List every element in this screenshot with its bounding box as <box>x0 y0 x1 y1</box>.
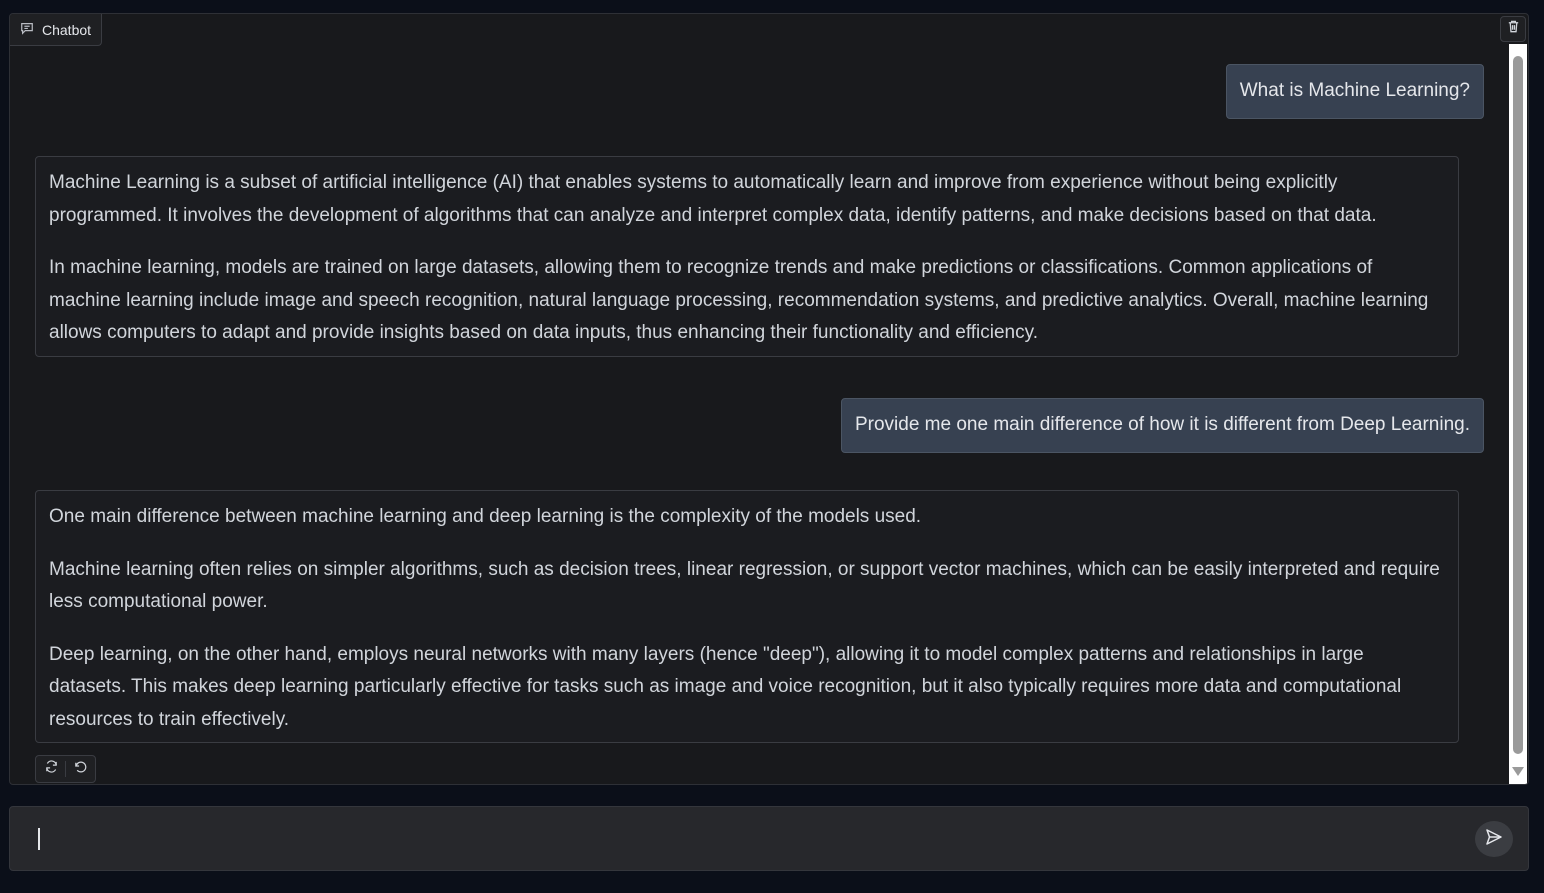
bot-message-paragraph: In machine learning, models are trained … <box>49 257 1429 343</box>
chatbot-label: Chatbot <box>10 14 103 46</box>
user-message: What is Machine Learning? <box>1225 64 1484 119</box>
undo-button[interactable] <box>69 758 91 780</box>
user-message-text: What is Machine Learning? <box>1239 80 1470 101</box>
bot-message: One main difference between machine lear… <box>35 490 1459 743</box>
bot-message-paragraph: Deep learning, on the other hand, employ… <box>49 643 1402 730</box>
chat-scrollbar[interactable] <box>1509 44 1527 784</box>
scrollbar-thumb[interactable] <box>1513 56 1523 754</box>
chat-icon <box>20 21 34 38</box>
user-message: Provide me one main difference of how it… <box>840 398 1484 453</box>
action-divider <box>65 761 66 777</box>
bot-message-paragraph: Machine learning often relies on simpler… <box>49 558 1440 613</box>
retry-button[interactable] <box>40 758 62 780</box>
bot-message-paragraph: One main difference between machine lear… <box>49 506 922 527</box>
message-input[interactable] <box>30 819 1450 857</box>
trash-icon <box>1506 19 1521 39</box>
message-actions <box>35 755 96 783</box>
scroll-down-arrow-icon[interactable] <box>1512 767 1524 776</box>
send-icon <box>1484 827 1504 852</box>
chatbot-panel: Chatbot What is Machine Learning? Machin… <box>9 13 1529 785</box>
refresh-icon <box>44 759 59 779</box>
user-message-text: Provide me one main difference of how it… <box>854 414 1470 435</box>
bot-message: Machine Learning is a subset of artifici… <box>35 156 1459 357</box>
send-button[interactable] <box>1475 821 1513 857</box>
text-caret <box>38 828 40 850</box>
chatbot-label-text: Chatbot <box>42 21 92 38</box>
bot-message-paragraph: Machine Learning is a subset of artifici… <box>49 172 1377 226</box>
undo-icon <box>73 759 88 779</box>
clear-chat-button[interactable] <box>1500 16 1526 42</box>
message-input-bar <box>9 806 1529 871</box>
